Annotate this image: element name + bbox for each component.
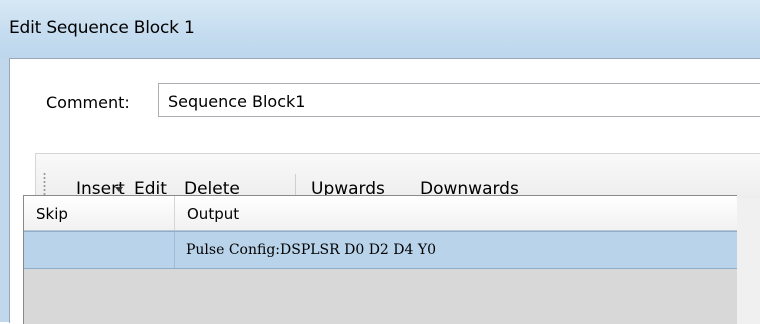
dialog-body: Comment: Sequence Block1 Insert Edit Del… [9, 58, 760, 324]
sequence-grid[interactable]: Skip Output Pulse Config:DSPLSR D0 D2 D4… [23, 195, 737, 324]
column-header-skip[interactable]: Skip [24, 196, 175, 230]
window-frame: Comment: Sequence Block1 Insert Edit Del… [0, 58, 760, 324]
window-title: Edit Sequence Block 1 [9, 18, 195, 38]
comment-value: Sequence Block1 [168, 92, 306, 111]
comment-label: Comment: [46, 93, 130, 112]
chevron-down-icon[interactable] [115, 187, 123, 192]
title-bar[interactable]: Edit Sequence Block 1 [0, 0, 760, 58]
column-header-output[interactable]: Output [175, 196, 737, 230]
comment-input[interactable]: Sequence Block1 [158, 83, 760, 117]
table-row[interactable]: Pulse Config:DSPLSR D0 D2 D4 Y0 [24, 231, 737, 269]
output-cell[interactable]: Pulse Config:DSPLSR D0 D2 D4 Y0 [186, 242, 436, 258]
grid-header: Skip Output [24, 196, 737, 231]
skip-cell[interactable] [24, 232, 175, 268]
toolbar: Insert Edit Delete Upwards Downwards [36, 154, 760, 204]
